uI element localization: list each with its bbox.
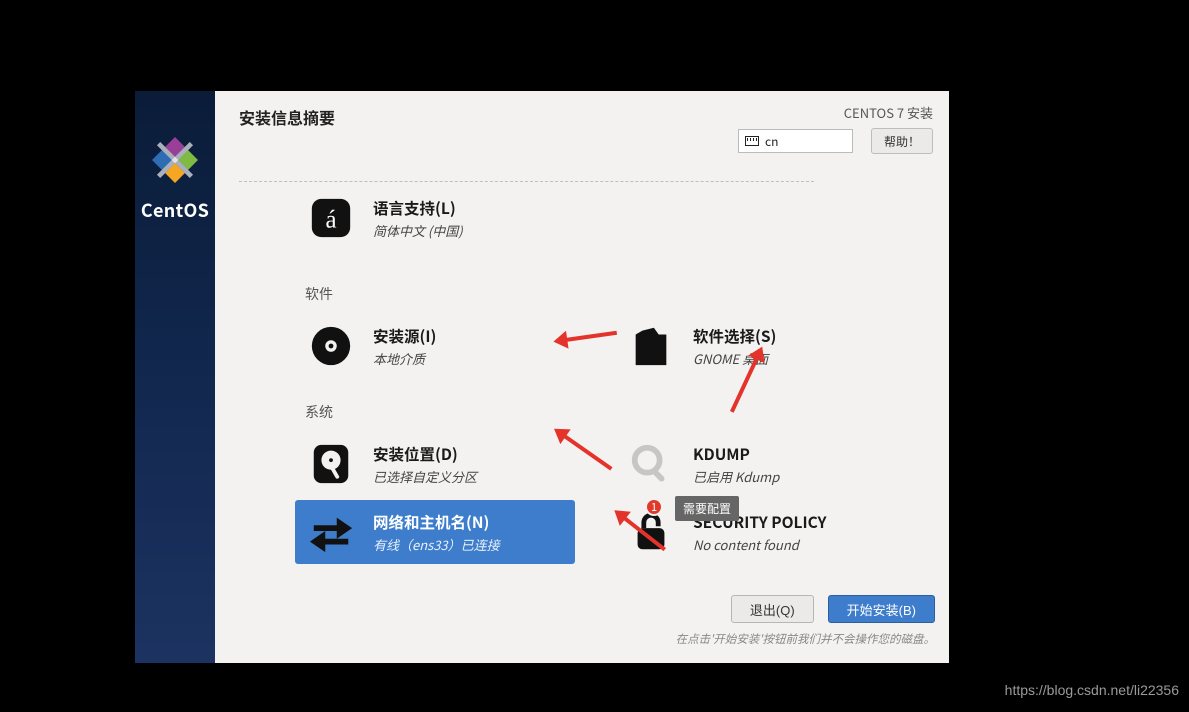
spoke-subtitle: 已选择自定义分区: [373, 467, 477, 486]
spoke-subtitle: 有线（ens33）已连接: [373, 535, 500, 554]
main-pane: 安装信息摘要 CENTOS 7 安装 cn 帮助！: [215, 91, 949, 663]
configure-tooltip: 需要配置: [675, 496, 739, 521]
spoke-title: 语言支持(L): [373, 197, 463, 219]
quit-button[interactable]: 退出(Q): [731, 595, 814, 623]
spoke-network-hostname[interactable]: 网络和主机名(N) 有线（ens33）已连接: [295, 500, 575, 564]
spokes-area: á 语言支持(L) 简体中文 (中国) 软件: [295, 186, 931, 583]
spoke-title: KDUMP: [693, 443, 779, 465]
installer-subtitle: CENTOS 7 安装: [844, 103, 933, 122]
spoke-title: 软件选择(S): [693, 325, 776, 347]
keyboard-layout-value: cn: [765, 133, 778, 150]
help-button[interactable]: 帮助！: [871, 128, 933, 154]
connection-arrows-icon: [305, 506, 357, 558]
brand-sidebar: CentOS: [135, 91, 215, 663]
spoke-title: 安装源(I): [373, 325, 436, 347]
spoke-subtitle: No content found: [693, 535, 827, 554]
hdd-icon: [305, 438, 357, 490]
package-icon: [625, 320, 677, 372]
spoke-title: 网络和主机名(N): [373, 511, 500, 533]
warning-badge: 1: [645, 498, 663, 516]
spoke-installation-destination[interactable]: 安装位置(D) 已选择自定义分区: [295, 432, 575, 496]
footer: 退出(Q) 开始安装(B) 在点击'开始安装'按钮前我们并不会操作您的磁盘。: [676, 595, 935, 647]
spoke-subtitle: 已启用 Kdump: [693, 467, 779, 486]
spoke-subtitle: 简体中文 (中国): [373, 221, 463, 240]
watermark-text: https://blog.csdn.net/li22356: [1005, 682, 1179, 698]
spoke-language-support[interactable]: á 语言支持(L) 简体中文 (中国): [295, 186, 575, 250]
magnifier-icon: [625, 438, 677, 490]
svg-text:á: á: [325, 207, 336, 234]
spoke-title: 安装位置(D): [373, 443, 477, 465]
footer-hint: 在点击'开始安装'按钮前我们并不会操作您的磁盘。: [676, 631, 935, 647]
category-system: 系统: [305, 402, 931, 422]
spoke-subtitle: GNOME 桌面: [693, 349, 776, 368]
topbar: 安装信息摘要 CENTOS 7 安装 cn 帮助！: [215, 91, 949, 161]
language-icon: á: [305, 192, 357, 244]
spoke-software-selection[interactable]: 软件选择(S) GNOME 桌面: [615, 314, 895, 378]
centos-logo-icon: [146, 131, 204, 189]
separator-line: [239, 181, 814, 182]
disc-icon: [305, 320, 357, 372]
installer-window: CentOS 安装信息摘要 CENTOS 7 安装 cn 帮助！: [135, 91, 949, 663]
spoke-subtitle: 本地介质: [373, 349, 436, 368]
spoke-installation-source[interactable]: 安装源(I) 本地介质: [295, 314, 575, 378]
keyboard-icon: [745, 136, 759, 146]
spoke-kdump[interactable]: KDUMP 已启用 Kdump: [615, 432, 895, 496]
keyboard-layout-selector[interactable]: cn: [738, 129, 853, 153]
brand-name: CentOS: [141, 197, 209, 223]
category-software: 软件: [305, 284, 931, 304]
spoke-security-policy[interactable]: 1 需要配置 SECURITY POLICY No content found: [615, 500, 895, 564]
begin-install-button[interactable]: 开始安装(B): [828, 595, 935, 623]
